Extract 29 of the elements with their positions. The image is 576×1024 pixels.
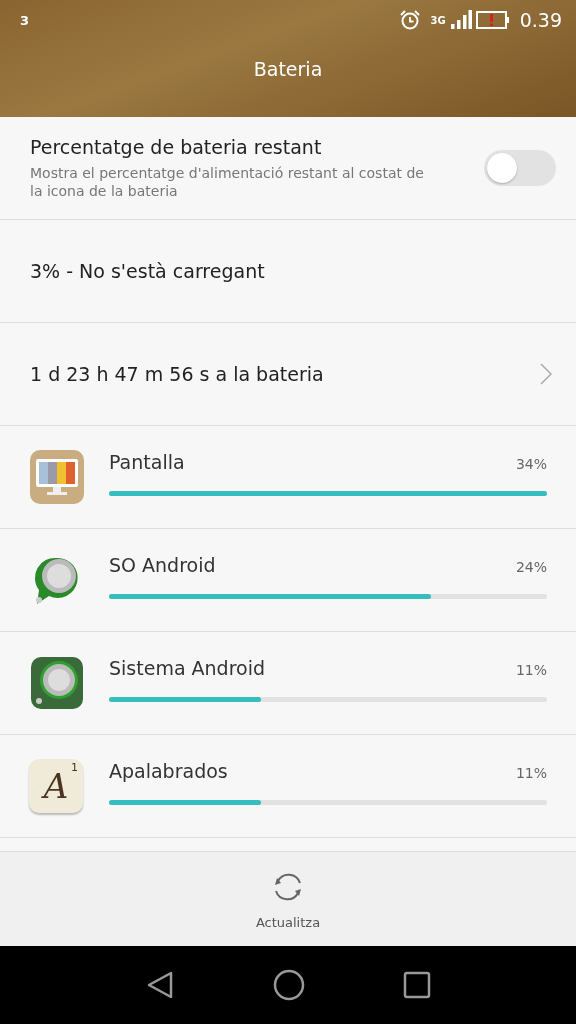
notification-count: 3	[20, 12, 30, 28]
app-name: Sistema Android	[109, 656, 266, 679]
app-name: SO Android	[109, 553, 216, 576]
recents-icon[interactable]	[403, 971, 431, 999]
setting-title: Percentatge de bateria restant	[30, 135, 323, 158]
app-name: Apalabrados	[109, 759, 228, 782]
battery-icon	[475, 11, 510, 29]
monitor-icon	[29, 449, 85, 505]
usage-percent: 11%	[515, 764, 547, 781]
charge-status: 3% - No s'està carregant	[30, 260, 265, 282]
clock-time: 0.39	[519, 9, 562, 31]
app-name: Pantalla	[109, 450, 185, 473]
usage-percent: 34%	[515, 455, 547, 472]
app-usage-item[interactable]: SO Android 24%	[0, 529, 576, 632]
app-usage-item[interactable]: Sistema Android 11%	[0, 632, 576, 735]
usage-percent: 11%	[515, 661, 547, 678]
signal-icon	[449, 10, 472, 30]
alarm-icon	[398, 9, 421, 31]
remaining-time-item[interactable]: 1 d 23 h 47 m 56 s a la bateria	[0, 323, 576, 426]
refresh-button[interactable]: Actualitza	[241, 860, 335, 938]
network-type: 3G	[430, 15, 446, 26]
toggle-switch[interactable]	[484, 150, 556, 186]
app-usage-item[interactable]: Pantalla 34%	[0, 426, 576, 529]
setting-description: Mostra el percentatge d'alimentació restant al costat de la icona de la bateria	[30, 163, 425, 201]
chevron-right-icon	[540, 363, 552, 385]
home-icon[interactable]	[273, 969, 305, 1001]
back-icon[interactable]	[145, 970, 175, 1000]
usage-percent: 24%	[515, 558, 547, 575]
window-title: Bateria	[252, 58, 324, 80]
